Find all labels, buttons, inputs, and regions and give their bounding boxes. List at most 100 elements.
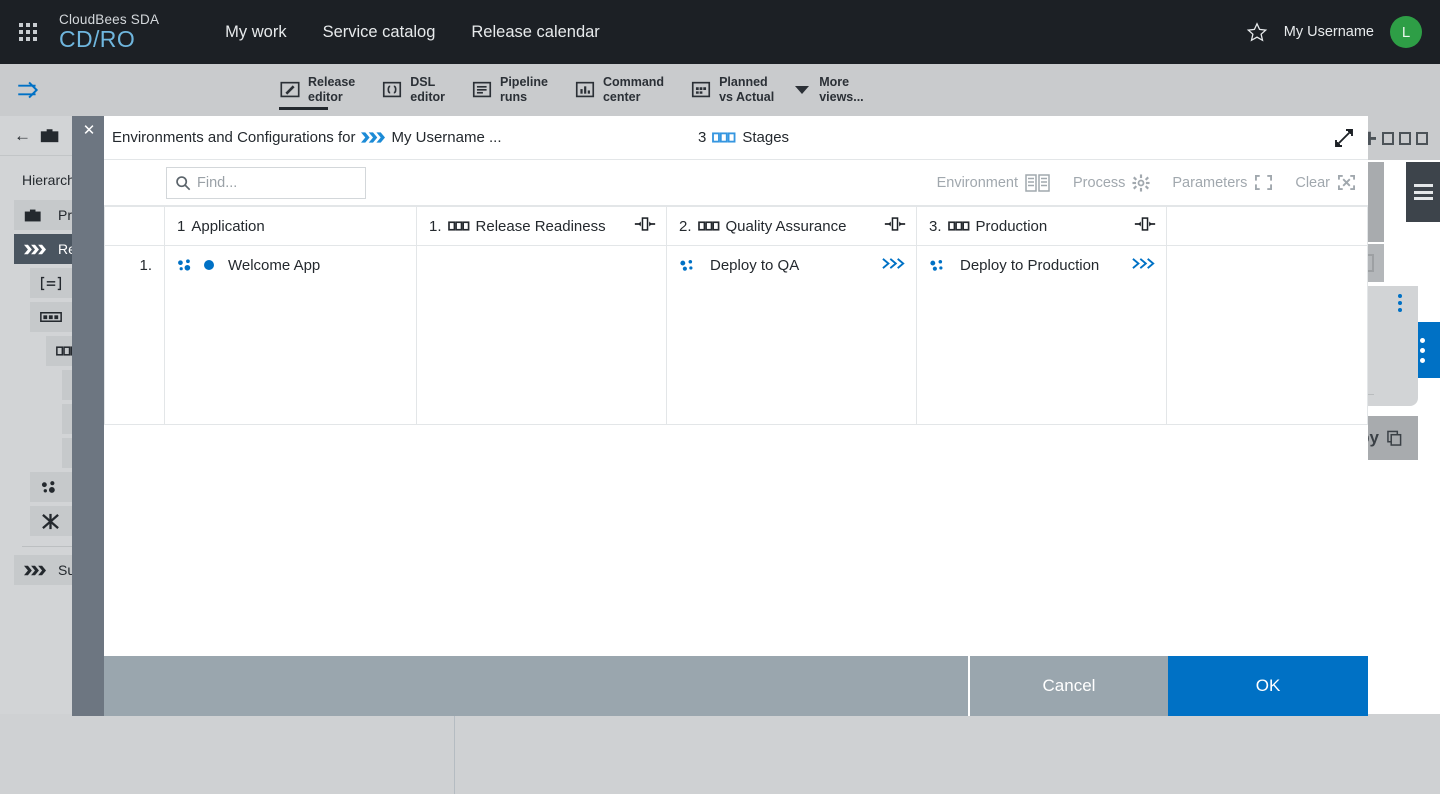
footer-filler (104, 656, 968, 716)
sidebar-toggle-icon[interactable] (14, 76, 42, 104)
stages-icon (448, 221, 470, 231)
top-navigation-bar: CloudBees SDA CD/RO My work Service cata… (0, 0, 1440, 64)
view-dsl-editor[interactable]: DSL editor (368, 68, 458, 112)
cell-label: Deploy to QA (710, 257, 799, 274)
brand-logo[interactable]: CloudBees SDA CD/RO (59, 13, 159, 51)
dialog-title-prefix: Environments and Configurations for (112, 129, 355, 146)
application-label: Welcome App (228, 257, 320, 274)
tools-icon (40, 513, 62, 529)
environment-icon (1025, 174, 1051, 192)
view-label-line1: DSL (410, 75, 435, 89)
project-briefcase-icon (40, 128, 62, 144)
modal-overlay-strip (72, 116, 104, 716)
cell-label: Deploy to Production (960, 257, 1099, 274)
clear-button-label: Clear (1295, 175, 1330, 191)
more-views-line2: views... (819, 90, 863, 104)
search-input[interactable] (197, 175, 347, 191)
close-icon[interactable]: ✕ (80, 121, 98, 139)
col-label: Release Readiness (476, 218, 606, 235)
col-index: 1. (429, 218, 442, 235)
environment-button[interactable]: Environment (937, 174, 1051, 192)
task-icon (40, 309, 62, 325)
stages-icon (698, 221, 720, 231)
back-arrow-icon[interactable]: ← (14, 126, 31, 146)
collapse-column-icon[interactable] (884, 216, 906, 236)
row-number: 1. (105, 246, 164, 284)
nav-link-service-catalog[interactable]: Service catalog (305, 23, 454, 42)
stage-box-icon (1416, 132, 1428, 145)
view-planned-vs-actual[interactable]: Planned vs Actual (677, 68, 787, 112)
view-label-line2: vs Actual (719, 90, 774, 104)
view-label-line1: Release (308, 75, 355, 89)
command-center-icon (574, 79, 596, 101)
cell-production[interactable]: Deploy to Production (917, 246, 1167, 425)
release-chevrons-icon (24, 241, 46, 257)
stages-label: Stages (742, 129, 789, 146)
parameters-brackets-icon (1254, 174, 1273, 191)
view-release-editor[interactable]: Release editor (266, 68, 368, 112)
col-label: Application (191, 218, 264, 235)
parameters-button[interactable]: Parameters (1172, 174, 1273, 191)
nav-link-release-calendar[interactable]: Release calendar (453, 23, 617, 42)
pipeline-icon (40, 275, 62, 291)
stages-count-label: 3 Stages (698, 129, 789, 146)
nav-link-my-work[interactable]: My work (207, 23, 304, 42)
release-chevrons-icon (24, 562, 46, 578)
search-box[interactable] (166, 167, 366, 199)
release-editor-icon (279, 79, 301, 101)
view-command-center[interactable]: Command center (561, 68, 677, 112)
stages-icon (712, 132, 736, 143)
view-more-views[interactable]: More views... (819, 68, 876, 112)
cell-quality-assurance[interactable]: Deploy to QA (667, 246, 917, 425)
page-background (0, 714, 1440, 794)
hamburger-menu-icon (1414, 181, 1433, 204)
table-header-row: 1 Application 1. Release Readiness (105, 207, 1368, 246)
username-label[interactable]: My Username (1284, 24, 1374, 40)
stage-box-icon (1399, 132, 1411, 145)
cell-rownum: 1. (105, 246, 165, 425)
release-chevrons-icon (361, 131, 385, 144)
triple-chevron-icon[interactable] (1132, 257, 1156, 274)
view-label-line2: editor (410, 90, 445, 104)
canvas-menu-button[interactable] (1406, 162, 1440, 222)
more-vertical-small-icon[interactable] (1398, 294, 1402, 312)
view-label-line1: Pipeline (500, 75, 548, 89)
search-icon (175, 175, 191, 191)
view-switcher-bar: Release editor DSL editor (0, 64, 1440, 116)
briefcase-icon (24, 207, 46, 223)
application-dots-icon (177, 258, 194, 273)
table-col-release-readiness: 1. Release Readiness (417, 207, 667, 246)
cancel-button[interactable]: Cancel (970, 656, 1168, 716)
dialog-title-subject: My Username ... (391, 129, 501, 146)
clear-button[interactable]: Clear (1295, 174, 1356, 191)
brand-line1: CloudBees SDA (59, 13, 159, 27)
table-row[interactable]: 1. Welcome App (105, 246, 1368, 425)
environments-table: 1 Application 1. Release Readiness (104, 206, 1368, 425)
cell-release-readiness[interactable] (417, 246, 667, 425)
table-col-production: 3. Production (917, 207, 1167, 246)
star-icon[interactable] (1246, 21, 1268, 43)
stages-icon (948, 221, 970, 231)
collapse-column-icon[interactable] (1134, 216, 1156, 236)
cell-application[interactable]: Welcome App (165, 246, 417, 425)
expand-fullscreen-icon[interactable] (1334, 128, 1354, 148)
stage-box-icon (1382, 132, 1394, 145)
dialog-header: Environments and Configurations for My U… (104, 116, 1368, 160)
collapse-column-icon[interactable] (634, 216, 656, 236)
info-dot-icon[interactable] (204, 260, 214, 270)
col-index: 3. (929, 218, 942, 235)
col-label: Production (976, 218, 1048, 235)
view-label-line1: Command (603, 75, 664, 89)
application-dots-icon (40, 479, 62, 495)
view-pipeline-runs[interactable]: Pipeline runs (458, 68, 561, 112)
triple-chevron-icon[interactable] (882, 257, 906, 274)
chevron-down-icon[interactable] (795, 86, 809, 94)
avatar[interactable]: L (1390, 16, 1422, 48)
col-prefix: 1 (177, 218, 185, 235)
process-button[interactable]: Process (1073, 174, 1150, 192)
more-views-line1: More (819, 75, 849, 89)
cell-empty (1167, 246, 1368, 425)
grid-apps-icon[interactable] (19, 23, 37, 41)
brand-line2: CD/RO (59, 27, 159, 51)
ok-button[interactable]: OK (1168, 656, 1368, 716)
